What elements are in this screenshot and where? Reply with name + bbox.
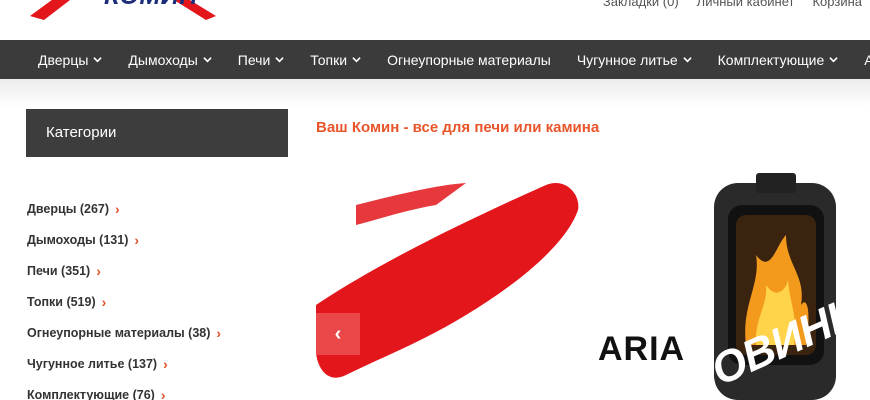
bookmarks-link[interactable]: Закладки (0) (603, 0, 679, 9)
nav-item-label: Топки (310, 51, 348, 68)
nav-item-label: Комплектующие (717, 51, 825, 68)
nav-item-stoves[interactable]: Печи (238, 52, 285, 68)
category-label: Комплектующие (76) (27, 387, 155, 400)
chevron-down-icon (203, 57, 212, 63)
chevron-down-icon (275, 57, 284, 63)
nav-item-cast-iron[interactable]: Чугунное литье (577, 52, 692, 68)
category-item[interactable]: Дверцы (267) › (27, 193, 221, 224)
nav-item-label: Печи (237, 51, 271, 68)
logo[interactable]: КОМИН (30, 0, 220, 22)
category-list: Дверцы (267) › Дымоходы (131) › Печи (351)… (27, 193, 221, 400)
chevron-right-icon: › (163, 355, 168, 372)
nav-item-refractory[interactable]: Огнеупорные материалы (387, 52, 551, 68)
nav-item-more[interactable]: А (864, 52, 870, 68)
category-item[interactable]: Огнеупорные материалы (38) › (27, 317, 221, 348)
chevron-down-icon (829, 57, 838, 63)
nav-shadow-band (0, 79, 870, 107)
nav-item-label: Дымоходы (128, 51, 198, 68)
category-item[interactable]: Печи (351) › (27, 255, 221, 286)
chevron-right-icon: › (115, 200, 120, 217)
category-label: Дымоходы (131) (27, 232, 129, 247)
chevron-right-icon: › (160, 386, 166, 400)
categories-header: Категории (26, 109, 288, 157)
category-item[interactable]: Топки (519) › (27, 286, 221, 317)
chevron-down-icon (682, 57, 692, 63)
category-label: Печи (351) (27, 263, 91, 278)
top-links: Закладки (0) Личный кабинет Корзина (603, 0, 862, 9)
chevron-down-icon (93, 57, 103, 63)
chevron-down-icon (352, 57, 361, 63)
nav-item-chimneys[interactable]: Дымоходы (128, 51, 212, 68)
category-label: Чугунное литье (137) (27, 356, 158, 371)
header: КОМИН Закладки (0) Личный кабинет Корзин… (0, 0, 870, 40)
nav-item-label: А (864, 51, 870, 68)
chevron-left-icon: ‹ (334, 322, 342, 345)
nav-item-accessories[interactable]: Комплектующие (718, 52, 839, 68)
chevron-right-icon: › (216, 324, 222, 341)
category-label: Топки (519) (27, 294, 96, 309)
chevron-right-icon: › (134, 231, 140, 248)
category-item[interactable]: Чугунное литье (137) › (27, 348, 221, 379)
main-nav: Дверцы Дымоходы Печи Топки Огнеупорные м… (0, 40, 870, 79)
chevron-right-icon: › (96, 262, 101, 279)
category-label: Дверцы (267) (27, 201, 110, 216)
nav-item-doors[interactable]: Дверцы (38, 51, 103, 68)
slider-prev-button[interactable]: ‹ (316, 313, 360, 355)
category-label: Огнеупорные материалы (38) (27, 325, 211, 340)
nav-item-label: Огнеупорные материалы (387, 51, 551, 68)
model-name: ARIA (598, 330, 686, 368)
category-item[interactable]: Комплектующие (76) › (27, 379, 221, 400)
nav-item-label: Дверцы (38, 51, 89, 68)
chevron-right-icon: › (101, 293, 107, 310)
page-title: Ваш Комин - все для печи или камина (316, 119, 600, 136)
cart-link[interactable]: Корзина (812, 0, 862, 9)
account-link[interactable]: Личный кабинет (697, 0, 795, 9)
banner-slider[interactable]: НОВИНКА ARIA (316, 165, 870, 400)
nav-item-fireboxes[interactable]: Топки (310, 52, 361, 68)
nav-item-label: Чугунное литье (576, 51, 678, 68)
logo-text: КОМИН (104, 0, 198, 11)
category-item[interactable]: Дымоходы (131) › (27, 224, 221, 255)
